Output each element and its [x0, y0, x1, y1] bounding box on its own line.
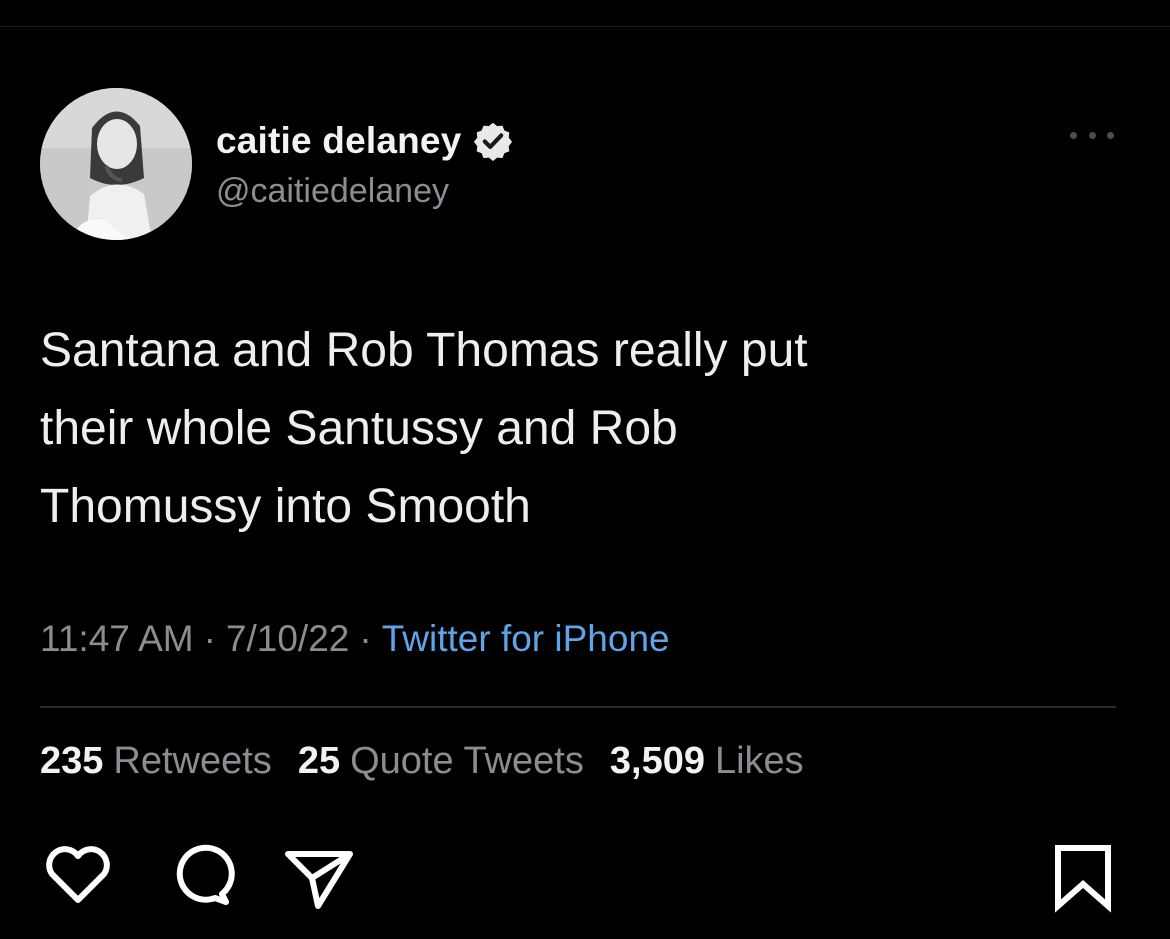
avatar-image — [40, 88, 192, 240]
more-dot — [1107, 131, 1114, 139]
likes-count: 3,509 — [609, 740, 705, 782]
tweet-text: Santana and Rob Thomas really put their … — [40, 312, 1100, 546]
author-name-row[interactable]: caitie delaney — [216, 116, 514, 166]
meta-separator: · — [203, 618, 216, 659]
bookmark-icon[interactable] — [1043, 834, 1123, 914]
tweet-text-line: Santana and Rob Thomas really put — [40, 324, 808, 377]
tweet-source-link[interactable]: Twitter for iPhone — [382, 618, 670, 660]
more-dot — [1070, 131, 1077, 139]
display-name[interactable]: caitie delaney — [216, 120, 462, 162]
tweet-date[interactable]: 7/10/22 — [226, 618, 349, 660]
likes-label: Likes — [714, 740, 804, 782]
tweet-stats: 235 Retweets 25 Quote Tweets 3,509 Likes — [40, 740, 830, 783]
likes-stat[interactable]: 3,509 Likes — [610, 740, 804, 783]
stats-divider — [40, 706, 1116, 708]
post-actions-bar — [0, 820, 1170, 939]
avatar[interactable] — [40, 88, 192, 240]
more-options-icon[interactable] — [1070, 120, 1114, 150]
retweets-stat[interactable]: 235 Retweets — [40, 740, 272, 783]
share-icon[interactable] — [278, 834, 358, 914]
verified-badge-icon — [472, 120, 514, 162]
meta-separator: · — [359, 618, 372, 659]
retweets-count: 235 — [40, 740, 104, 782]
more-dot — [1088, 131, 1096, 139]
tweet-card: caitie delaney @caitiedelaney Santana an… — [0, 0, 1170, 820]
retweets-label: Retweets — [113, 740, 272, 782]
quote-tweets-count: 25 — [297, 740, 341, 782]
tweet-time[interactable]: 11:47 AM — [40, 618, 194, 660]
tweet-text-line: Thomussy into Smooth — [40, 480, 531, 533]
quote-tweets-label: Quote Tweets — [350, 740, 584, 782]
tweet-text-line: their whole Santussy and Rob — [40, 402, 678, 455]
comment-icon[interactable] — [160, 834, 240, 914]
handle[interactable]: @caitiedelaney — [216, 172, 449, 211]
tweet-metadata: 11:47 AM · 7/10/22 · Twitter for iPhone — [40, 618, 670, 660]
heart-icon[interactable] — [38, 834, 118, 914]
quote-tweets-stat[interactable]: 25 Quote Tweets — [298, 740, 584, 783]
